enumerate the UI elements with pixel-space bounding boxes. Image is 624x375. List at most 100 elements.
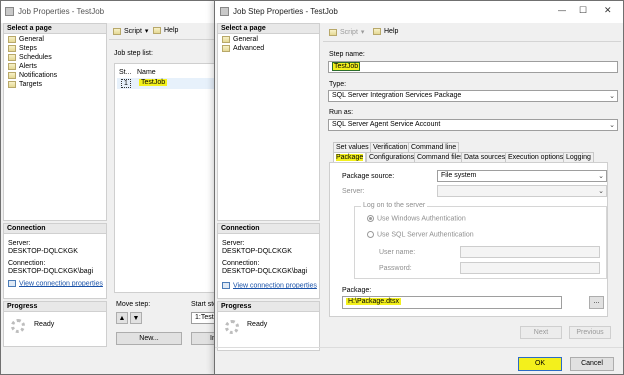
type-value: SQL Server Integration Services Package (332, 92, 462, 99)
windows-auth-radio[interactable]: Use Windows Authentication (367, 215, 466, 222)
maximize-icon[interactable]: ☐ (579, 5, 587, 16)
step-name-label: Step name: (329, 51, 365, 58)
package-source-label: Package source: (342, 173, 395, 180)
server-value: DESKTOP-DQLCKGK (222, 248, 292, 255)
app-icon (5, 7, 14, 16)
help-label: Help (164, 27, 179, 34)
window-title: Job Properties - TestJob (18, 7, 105, 16)
view-connection-text: View connection properties (19, 280, 103, 288)
column-header-name[interactable]: Name (137, 69, 156, 76)
progress-header: Progress (4, 302, 106, 312)
help-button[interactable]: Help (153, 27, 178, 34)
chevron-down-icon: ⌄ (609, 122, 615, 129)
close-icon[interactable]: ✕ (604, 5, 612, 16)
minimize-icon[interactable]: — (558, 6, 566, 15)
package-label: Package: (342, 287, 372, 294)
page-alerts[interactable]: Alerts (8, 63, 37, 70)
job-step-titlebar[interactable]: Job Step Properties - TestJob — ☐ ✕ (215, 1, 623, 23)
page-label: Targets (19, 81, 42, 88)
app-icon (220, 7, 229, 16)
page-label: Alerts (19, 63, 37, 70)
script-icon (329, 28, 337, 36)
chevron-down-icon: ▾ (144, 28, 149, 35)
progress-status: Ready (34, 321, 55, 328)
job-properties-titlebar[interactable]: Job Properties - TestJob (1, 1, 235, 23)
connection-header: Connection (218, 224, 319, 234)
progress-pane: Progress Ready (3, 301, 107, 347)
chevron-down-icon: ▾ (360, 29, 365, 36)
chevron-down-icon: ⌄ (598, 173, 604, 180)
tab-package-label: Package (336, 154, 364, 161)
page-icon (8, 81, 16, 88)
page-steps[interactable]: Steps (8, 45, 37, 52)
script-button[interactable]: Script ▾ (113, 27, 148, 35)
page-label: General (19, 36, 44, 43)
log-on-group-label: Log on to the server (361, 202, 428, 209)
page-general[interactable]: General (8, 36, 44, 43)
help-label: Help (384, 28, 399, 35)
page-targets[interactable]: Targets (8, 81, 42, 88)
previous-button[interactable]: Previous (569, 326, 611, 339)
page-general[interactable]: General (222, 36, 258, 43)
page-schedules[interactable]: Schedules (8, 54, 52, 61)
server-select[interactable]: ⌄ (437, 185, 607, 197)
run-as-label: Run as: (329, 109, 354, 116)
windows-auth-label: Use Windows Authentication (377, 215, 466, 223)
page-label: Notifications (19, 72, 58, 79)
cancel-button[interactable]: Cancel (570, 357, 614, 371)
step-name-value: TestJob (332, 62, 361, 71)
password-input[interactable] (460, 262, 600, 274)
package-source-value: File system (441, 172, 477, 179)
server-label: Server: (8, 240, 31, 247)
page-notifications[interactable]: Notifications (8, 72, 57, 79)
server-label: Server: (222, 240, 245, 247)
package-source-select[interactable]: File system ⌄ (437, 170, 607, 182)
next-button[interactable]: Next (520, 326, 562, 339)
user-name-label: User name: (379, 249, 416, 256)
type-select[interactable]: SQL Server Integration Services Package … (328, 90, 618, 102)
job-step-list-label: Job step list: (114, 50, 153, 57)
column-header-step[interactable]: St... (119, 69, 131, 76)
connection-value: DESKTOP-DQLCKGK\bagi (222, 268, 308, 275)
row-name-cell: TestJob (139, 79, 168, 86)
step-name-input[interactable]: TestJob (328, 61, 618, 73)
view-connection-link[interactable]: View connection properties (222, 282, 317, 289)
script-label: Script (124, 27, 142, 35)
properties-icon (8, 280, 16, 287)
move-down-button[interactable]: ▼ (130, 312, 142, 324)
sql-auth-radio[interactable]: Use SQL Server Authentication (367, 231, 474, 238)
browse-button[interactable]: ... (589, 296, 604, 309)
help-button[interactable]: Help (373, 28, 398, 35)
page-label: Schedules (19, 54, 52, 61)
new-step-button[interactable]: New... (116, 332, 182, 345)
radio-unselected-icon (367, 231, 374, 238)
connection-header: Connection (4, 224, 106, 234)
page-icon (222, 36, 230, 43)
ok-button[interactable]: OK (518, 357, 562, 371)
page-label: General (233, 36, 258, 43)
select-page-pane: Select a page General Steps Schedules Al… (3, 23, 107, 221)
run-as-select[interactable]: SQL Server Agent Service Account ⌄ (328, 119, 618, 131)
toolbar: Script ▾ Help (323, 23, 621, 42)
package-path-input[interactable]: H:\Package.dtsx (342, 296, 562, 309)
server-label: Server: (342, 188, 365, 195)
page-advanced[interactable]: Advanced (222, 45, 264, 52)
help-icon (153, 27, 161, 34)
view-connection-link[interactable]: View connection properties (8, 280, 103, 287)
server-value: DESKTOP-DQLCKGK (8, 248, 78, 255)
page-icon (8, 36, 16, 43)
help-icon (373, 28, 381, 35)
page-label: Steps (19, 45, 37, 52)
job-properties-window: Job Properties - TestJob Select a page G… (0, 0, 237, 375)
script-button[interactable]: Script ▾ (329, 28, 364, 36)
password-label: Password: (379, 265, 412, 272)
user-name-input[interactable] (460, 246, 600, 258)
page-icon (8, 72, 16, 79)
job-step-properties-window: Job Step Properties - TestJob — ☐ ✕ Sele… (214, 0, 624, 375)
page-icon (222, 45, 230, 52)
select-page-header: Select a page (4, 24, 106, 34)
properties-icon (222, 282, 230, 289)
move-up-button[interactable]: ▲ (116, 312, 128, 324)
page-label: Advanced (233, 45, 265, 52)
package-path-value: H:\Package.dtsx (346, 298, 401, 305)
